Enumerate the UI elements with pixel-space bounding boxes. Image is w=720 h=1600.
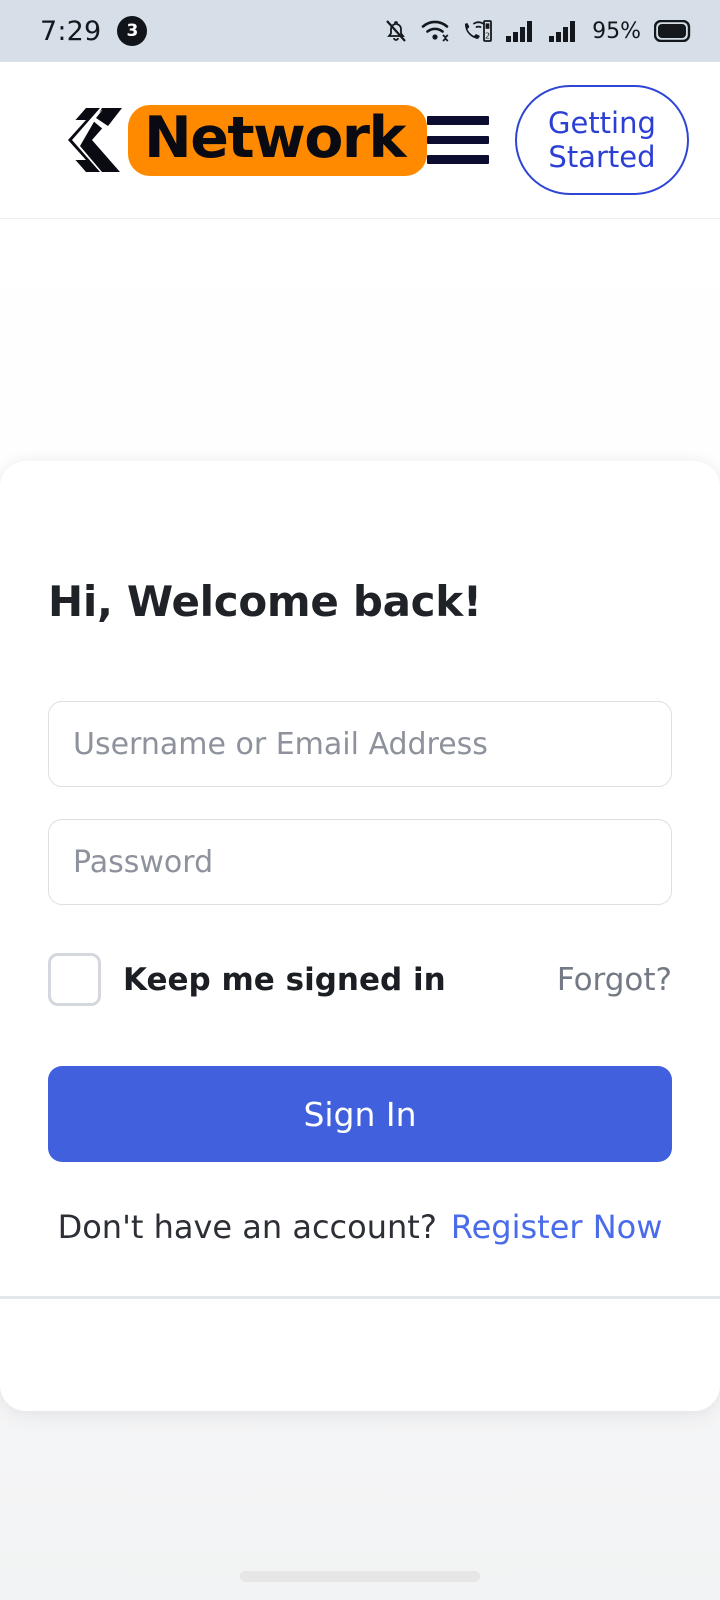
forgot-password-link[interactable]: Forgot? (557, 962, 672, 998)
phone-screen: 7:29 3 2 95% Network Getting Started Hi,… (0, 0, 720, 1600)
battery-icon (654, 20, 692, 42)
password-input[interactable] (48, 819, 672, 906)
wifi-icon (421, 18, 449, 44)
hamburger-bar-2 (426, 135, 489, 145)
bell-slash-icon (384, 18, 408, 44)
auth-card-content: Hi, Welcome back! Keep me signed in Forg… (0, 461, 720, 1296)
battery-percentage-label: 95% (592, 18, 641, 44)
brand-logo[interactable]: Network (42, 102, 427, 178)
brand-name-label: Network (144, 104, 406, 171)
cx-chevron-logo-icon (42, 102, 134, 178)
page-body: Hi, Welcome back! Keep me signed in Forg… (0, 219, 720, 1600)
keep-signed-in-label: Keep me signed in (123, 961, 446, 998)
status-bar-right: 2 95% (384, 18, 692, 44)
app-header: Network Getting Started (0, 62, 720, 219)
card-footer (0, 1299, 720, 1412)
svg-text:2: 2 (485, 31, 490, 40)
hamburger-bar-3 (426, 155, 489, 165)
home-indicator-area (0, 1411, 720, 1600)
signal-bars-sim1-icon (505, 19, 535, 43)
auth-options-row: Keep me signed in Forgot? (48, 953, 672, 1007)
sign-in-button[interactable]: Sign In (48, 1066, 672, 1163)
signal-bars-sim2-icon (548, 19, 578, 43)
register-now-link[interactable]: Register Now (451, 1208, 663, 1246)
status-bar-left: 7:29 3 (40, 15, 148, 47)
username-input[interactable] (48, 701, 672, 788)
register-row: Don't have an account? Register Now (48, 1208, 672, 1296)
no-account-label: Don't have an account? (57, 1208, 437, 1247)
brand-name-pill: Network (128, 104, 427, 176)
hamburger-menu-icon[interactable] (426, 116, 489, 165)
home-indicator[interactable] (240, 1571, 480, 1582)
hero-spacer (0, 219, 720, 461)
status-bar-clock: 7:29 (40, 15, 102, 47)
notification-count-badge: 3 (117, 16, 148, 46)
header-actions: Getting Started (426, 85, 689, 195)
hamburger-bar-1 (426, 116, 489, 125)
auth-card: Hi, Welcome back! Keep me signed in Forg… (0, 461, 720, 1412)
status-bar: 7:29 3 2 95% (0, 0, 720, 62)
getting-started-button[interactable]: Getting Started (514, 85, 689, 195)
keep-signed-in-checkbox[interactable] (48, 953, 101, 1007)
page-title: Hi, Welcome back! (48, 577, 482, 626)
volte-call-icon: 2 (462, 18, 492, 44)
keep-signed-in-control[interactable]: Keep me signed in (48, 953, 446, 1007)
